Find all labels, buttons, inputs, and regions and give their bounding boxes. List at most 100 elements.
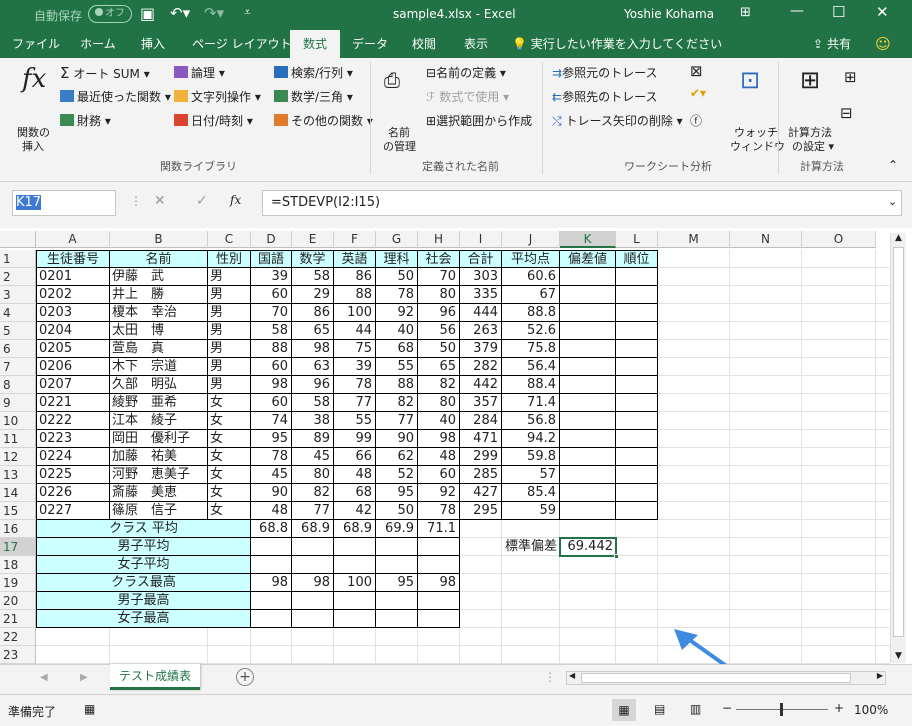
table-cell[interactable]: 263: [460, 322, 502, 340]
fx-icon[interactable]: fx: [22, 64, 46, 94]
table-cell[interactable]: 303: [460, 268, 502, 286]
table-cell[interactable]: 85.4: [502, 484, 560, 502]
autosum-button[interactable]: Σ オート SUM ▾: [60, 64, 150, 82]
table-cell[interactable]: 45: [251, 466, 292, 484]
summary-value-cell[interactable]: 69.9: [376, 520, 418, 538]
student-id-cell[interactable]: 0223: [36, 430, 110, 448]
table-cell[interactable]: 100: [334, 304, 376, 322]
header-cell[interactable]: 国語: [251, 250, 292, 268]
student-id-cell[interactable]: 0225: [36, 466, 110, 484]
table-cell[interactable]: 女: [208, 484, 251, 502]
calc-options-label-2[interactable]: の設定 ▾: [792, 138, 834, 154]
table-cell[interactable]: 284: [460, 412, 502, 430]
row-header-20[interactable]: 20: [0, 592, 36, 610]
smiley-icon[interactable]: ☺: [872, 30, 894, 58]
summary-label-cell[interactable]: 男子平均: [36, 538, 251, 556]
summary-value-cell[interactable]: 98: [292, 574, 334, 592]
student-id-cell[interactable]: 0222: [36, 412, 110, 430]
scroll-right-icon[interactable]: ▶: [877, 671, 883, 680]
student-name-cell[interactable]: 加藤 祐美: [110, 448, 208, 466]
row-header-3[interactable]: 3: [0, 286, 36, 304]
table-cell[interactable]: 39: [251, 268, 292, 286]
row-header-5[interactable]: 5: [0, 322, 36, 340]
student-id-cell[interactable]: 0203: [36, 304, 110, 322]
scroll-up-icon[interactable]: ▲: [891, 233, 906, 243]
redo-icon[interactable]: ↷▾: [204, 4, 224, 22]
create-from-selection-button[interactable]: ⊞選択範囲から作成: [426, 112, 532, 129]
summary-value-cell[interactable]: [292, 556, 334, 574]
close-icon[interactable]: ✕: [876, 3, 889, 21]
tab-page-layout[interactable]: ページ レイアウト: [192, 30, 292, 58]
trace-precedents-button[interactable]: ⇉参照元のトレース: [552, 64, 657, 81]
collapse-ribbon-icon[interactable]: ⌃: [888, 158, 898, 172]
column-header-D[interactable]: D: [251, 231, 292, 248]
table-cell[interactable]: 80: [418, 286, 460, 304]
row-header-18[interactable]: 18: [0, 556, 36, 574]
table-cell[interactable]: 92: [376, 304, 418, 322]
stddev-label[interactable]: 標準偏差: [460, 538, 560, 556]
table-cell[interactable]: 56.4: [502, 358, 560, 376]
table-cell[interactable]: 77: [292, 502, 334, 520]
name-manager-label-2[interactable]: の管理: [383, 138, 416, 154]
table-cell[interactable]: 70: [418, 268, 460, 286]
table-cell[interactable]: 40: [418, 412, 460, 430]
row-header-17[interactable]: 17: [0, 538, 36, 556]
table-cell[interactable]: 55: [334, 412, 376, 430]
header-cell[interactable]: 性別: [208, 250, 251, 268]
table-cell[interactable]: 男: [208, 304, 251, 322]
row-header-4[interactable]: 4: [0, 304, 36, 322]
summary-value-cell[interactable]: 98: [251, 574, 292, 592]
summary-value-cell[interactable]: [292, 538, 334, 556]
sheet-tab-test-results[interactable]: テスト成績表: [110, 664, 200, 690]
table-cell[interactable]: 68: [376, 340, 418, 358]
table-cell[interactable]: 58: [251, 322, 292, 340]
table-cell[interactable]: 442: [460, 376, 502, 394]
table-cell[interactable]: 99: [334, 430, 376, 448]
maximize-icon[interactable]: ☐: [832, 3, 845, 21]
summary-value-cell[interactable]: [334, 556, 376, 574]
student-name-cell[interactable]: 篠原 信子: [110, 502, 208, 520]
header-cell[interactable]: 合計: [460, 250, 502, 268]
student-name-cell[interactable]: 久部 明弘: [110, 376, 208, 394]
summary-label-cell[interactable]: 女子最高: [36, 610, 251, 628]
define-name-button[interactable]: ⊟名前の定義 ▾: [426, 64, 506, 81]
rank-cell[interactable]: [616, 376, 658, 394]
table-cell[interactable]: 56.8: [502, 412, 560, 430]
table-cell[interactable]: 女: [208, 430, 251, 448]
student-id-cell[interactable]: 0204: [36, 322, 110, 340]
student-id-cell[interactable]: 0226: [36, 484, 110, 502]
row-header-14[interactable]: 14: [0, 484, 36, 502]
more-functions-button[interactable]: その他の関数 ▾: [274, 112, 373, 129]
table-cell[interactable]: 60: [251, 358, 292, 376]
table-cell[interactable]: 男: [208, 286, 251, 304]
table-cell[interactable]: 86: [334, 268, 376, 286]
insert-function-icon[interactable]: fx: [230, 193, 241, 207]
table-cell[interactable]: 86: [292, 304, 334, 322]
table-cell[interactable]: 42: [334, 502, 376, 520]
table-cell[interactable]: 女: [208, 502, 251, 520]
student-name-cell[interactable]: 伊藤 武: [110, 268, 208, 286]
table-cell[interactable]: 68: [334, 484, 376, 502]
deviation-cell[interactable]: [560, 430, 616, 448]
table-cell[interactable]: 70: [251, 304, 292, 322]
student-name-cell[interactable]: 河野 恵美子: [110, 466, 208, 484]
row-header-21[interactable]: 21: [0, 610, 36, 628]
row-header-23[interactable]: 23: [0, 646, 36, 664]
summary-label-cell[interactable]: クラス最高: [36, 574, 251, 592]
summary-value-cell[interactable]: [251, 556, 292, 574]
table-cell[interactable]: 55: [376, 358, 418, 376]
next-sheet-icon[interactable]: ▶: [80, 672, 88, 683]
student-name-cell[interactable]: 斎藤 美恵: [110, 484, 208, 502]
table-cell[interactable]: 71.4: [502, 394, 560, 412]
tab-insert[interactable]: 挿入: [137, 30, 169, 58]
student-id-cell[interactable]: 0221: [36, 394, 110, 412]
column-header-B[interactable]: B: [110, 231, 208, 248]
row-header-16[interactable]: 16: [0, 520, 36, 538]
table-cell[interactable]: 48: [418, 448, 460, 466]
summary-value-cell[interactable]: 68.9: [292, 520, 334, 538]
zoom-slider-thumb[interactable]: [780, 703, 783, 716]
column-header-A[interactable]: A: [36, 231, 110, 248]
summary-value-cell[interactable]: [292, 592, 334, 610]
student-name-cell[interactable]: 榎本 幸治: [110, 304, 208, 322]
table-cell[interactable]: 282: [460, 358, 502, 376]
